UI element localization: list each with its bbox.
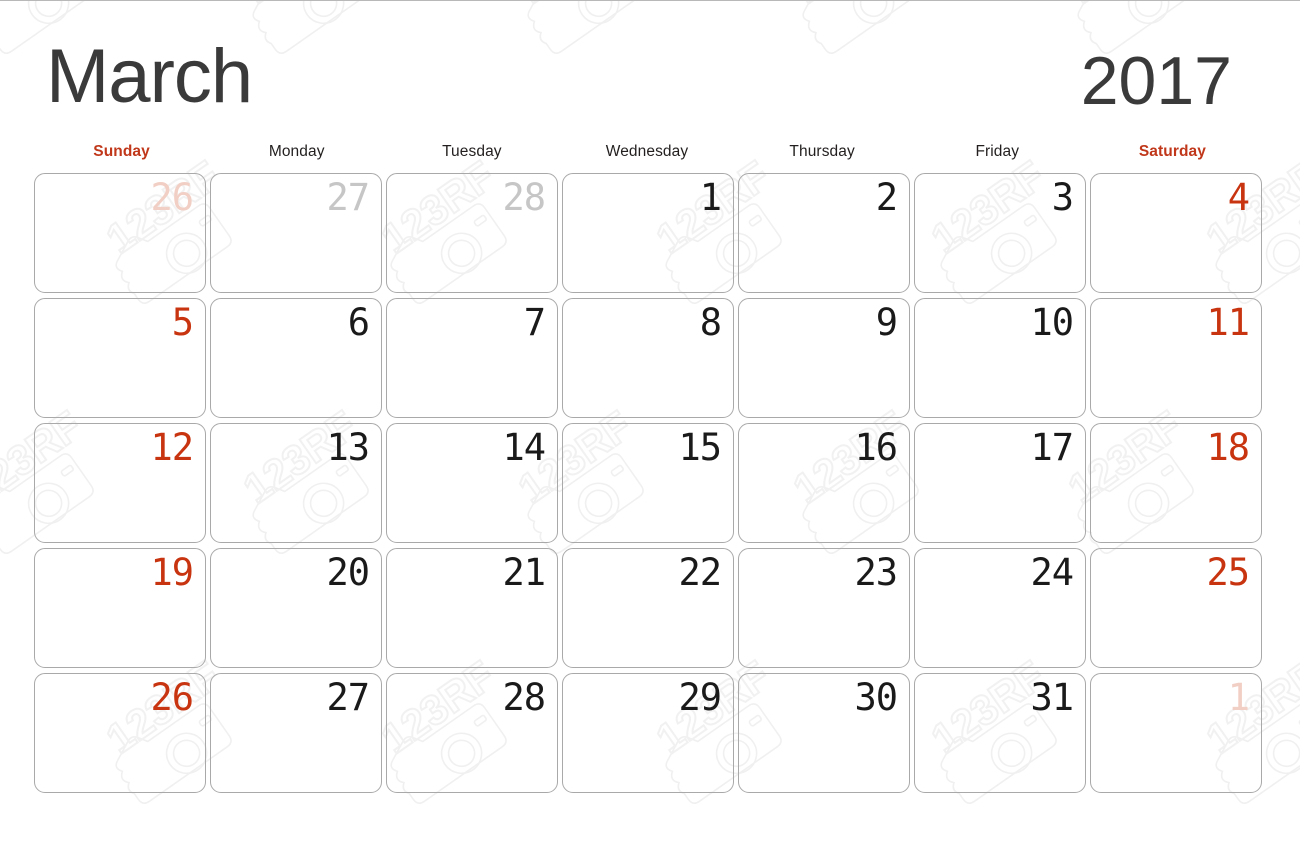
day-cell[interactable]: 12 <box>34 423 206 543</box>
day-cell[interactable]: 21 <box>386 548 558 668</box>
day-cell[interactable]: 1 <box>1090 673 1262 793</box>
day-cell[interactable]: 16 <box>738 423 910 543</box>
day-cell[interactable]: 10 <box>914 298 1086 418</box>
day-cell[interactable]: 7 <box>386 298 558 418</box>
day-number: 26 <box>150 676 194 719</box>
day-cell[interactable]: 8 <box>562 298 734 418</box>
calendar-page: 123RF 123RF 123RF 123RF 123RF 123RF 123R… <box>0 0 1300 856</box>
day-number: 28 <box>502 676 546 719</box>
day-cell[interactable]: 30 <box>738 673 910 793</box>
day-number: 22 <box>678 551 722 594</box>
day-number: 6 <box>347 301 370 344</box>
day-number: 3 <box>1051 176 1074 219</box>
calendar-header: March 2017 <box>0 1 1300 141</box>
weekday-header-friday: Friday <box>975 143 1020 160</box>
day-cell[interactable]: 29 <box>562 673 734 793</box>
day-cell[interactable]: 17 <box>914 423 1086 543</box>
day-cell[interactable]: 22 <box>562 548 734 668</box>
day-number: 28 <box>502 176 546 219</box>
day-cell[interactable]: 31 <box>914 673 1086 793</box>
day-number: 27 <box>326 176 370 219</box>
day-cell[interactable]: 15 <box>562 423 734 543</box>
day-cell[interactable]: 20 <box>210 548 382 668</box>
day-cell[interactable]: 27 <box>210 173 382 293</box>
day-cell[interactable]: 3 <box>914 173 1086 293</box>
day-number: 16 <box>854 426 898 469</box>
day-number: 14 <box>502 426 546 469</box>
weekday-header-row: Sunday Monday Tuesday Wednesday Thursday Frid… <box>34 143 1260 161</box>
weekday-header-tuesday: Tuesday <box>442 143 502 160</box>
day-number: 7 <box>523 301 546 344</box>
day-number: 31 <box>1030 676 1074 719</box>
day-number: 10 <box>1030 301 1074 344</box>
day-number: 17 <box>1030 426 1074 469</box>
day-number: 1 <box>1227 676 1250 719</box>
camera-icon: 123RF <box>0 641 3 841</box>
day-number: 8 <box>699 301 722 344</box>
day-cell[interactable]: 9 <box>738 298 910 418</box>
day-number: 11 <box>1206 301 1250 344</box>
day-cell[interactable]: 11 <box>1090 298 1262 418</box>
day-cell[interactable]: 6 <box>210 298 382 418</box>
day-cell[interactable]: 28 <box>386 173 558 293</box>
day-number: 27 <box>326 676 370 719</box>
camera-icon: 123RF <box>0 141 3 341</box>
year-title: 2017 <box>1080 43 1232 119</box>
day-cell[interactable]: 2 <box>738 173 910 293</box>
day-cell[interactable]: 23 <box>738 548 910 668</box>
day-number: 29 <box>678 676 722 719</box>
day-number: 1 <box>699 176 722 219</box>
day-cell[interactable]: 5 <box>34 298 206 418</box>
weekday-header-monday: Monday <box>268 143 325 160</box>
day-number: 23 <box>854 551 898 594</box>
calendar-day-grid: 26 27 28 1 2 3 4 5 6 7 8 9 10 11 12 13 14 15 16 17 18 19 20 21 2… <box>34 173 1262 793</box>
weekday-header-thursday: Thursday <box>789 143 855 160</box>
day-number: 12 <box>150 426 194 469</box>
day-cell[interactable]: 24 <box>914 548 1086 668</box>
weekday-header-saturday: Saturday <box>1138 143 1206 160</box>
day-number: 4 <box>1227 176 1250 219</box>
day-cell[interactable]: 27 <box>210 673 382 793</box>
day-cell[interactable]: 14 <box>386 423 558 543</box>
month-title: March <box>46 34 253 119</box>
day-cell[interactable]: 13 <box>210 423 382 543</box>
day-number: 24 <box>1030 551 1074 594</box>
day-number: 5 <box>171 301 194 344</box>
day-cell[interactable]: 28 <box>386 673 558 793</box>
day-number: 26 <box>150 176 194 219</box>
day-cell[interactable]: 4 <box>1090 173 1262 293</box>
day-number: 21 <box>502 551 546 594</box>
day-number: 20 <box>326 551 370 594</box>
day-cell[interactable]: 1 <box>562 173 734 293</box>
day-cell[interactable]: 25 <box>1090 548 1262 668</box>
day-number: 9 <box>875 301 898 344</box>
weekday-header-sunday: Sunday <box>93 143 150 160</box>
day-cell[interactable]: 19 <box>34 548 206 668</box>
day-cell[interactable]: 26 <box>34 173 206 293</box>
weekday-header-wednesday: Wednesday <box>605 143 689 160</box>
day-number: 15 <box>678 426 722 469</box>
day-cell[interactable]: 18 <box>1090 423 1262 543</box>
day-number: 18 <box>1206 426 1250 469</box>
day-number: 19 <box>150 551 194 594</box>
day-number: 30 <box>854 676 898 719</box>
day-number: 13 <box>326 426 370 469</box>
day-number: 25 <box>1206 551 1250 594</box>
day-number: 2 <box>875 176 898 219</box>
day-cell[interactable]: 26 <box>34 673 206 793</box>
